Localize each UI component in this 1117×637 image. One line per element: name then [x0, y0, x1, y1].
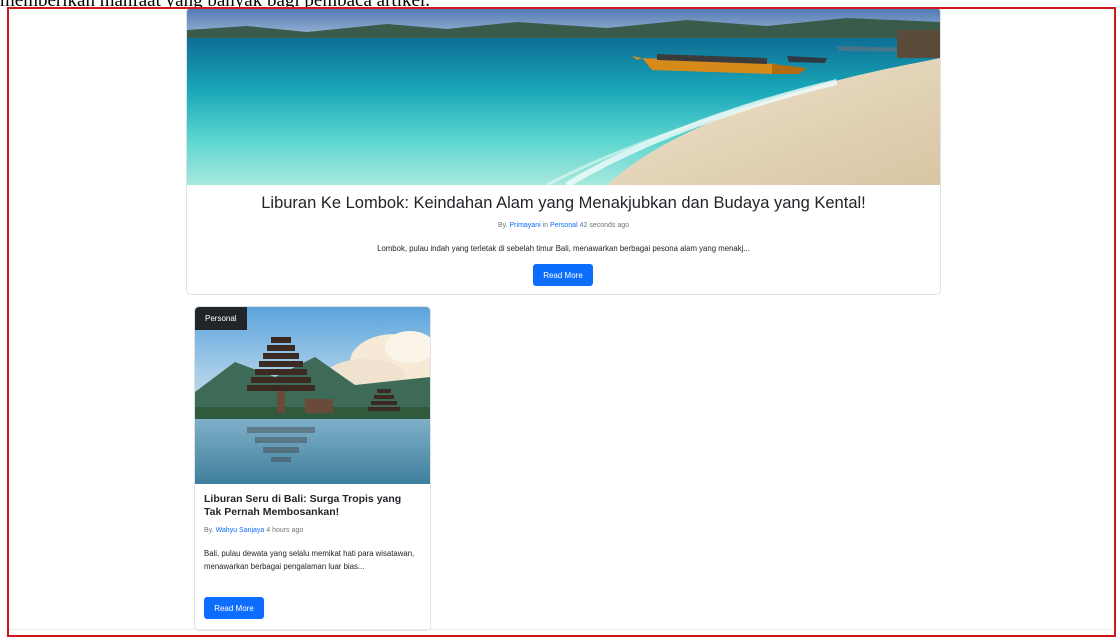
featured-post-meta: By. Primayani in Personal 42 seconds ago [187, 222, 940, 229]
post-card-meta: By. Wahyu Sanjaya 4 hours ago [204, 527, 303, 534]
category-badge[interactable]: Personal [195, 307, 247, 330]
post-card-excerpt: Bali, pulau dewata yang selalu memikat h… [204, 549, 415, 571]
post-timestamp: 42 seconds ago [579, 222, 630, 229]
by-prefix: By. [497, 222, 508, 229]
post-timestamp: 4 hours ago [266, 527, 304, 534]
in-word: in [542, 222, 549, 229]
featured-post-excerpt: Lombok, pulau indah yang terletak di seb… [377, 244, 750, 253]
read-more-button[interactable]: Read More [533, 264, 593, 286]
featured-post-image[interactable] [187, 9, 940, 185]
by-prefix: By. [204, 527, 214, 534]
featured-post-card: Liburan Ke Lombok: Keindahan Alam yang M… [186, 9, 941, 295]
read-more-button[interactable]: Read More [204, 597, 264, 619]
author-link[interactable]: Primayani [510, 222, 541, 229]
screenshot-frame: Liburan Ke Lombok: Keindahan Alam yang M… [7, 7, 1116, 637]
featured-post-title[interactable]: Liburan Ke Lombok: Keindahan Alam yang M… [187, 194, 940, 213]
post-card-title[interactable]: Liburan Seru di Bali: Surga Tropis yang … [204, 493, 419, 519]
author-link[interactable]: Wahyu Sanjaya [216, 527, 265, 534]
category-link[interactable]: Personal [550, 222, 578, 229]
post-card: Personal Liburan Seru di Bali: Surga Tro… [194, 306, 431, 631]
post-card-image[interactable] [195, 307, 430, 484]
divider [9, 629, 1114, 630]
